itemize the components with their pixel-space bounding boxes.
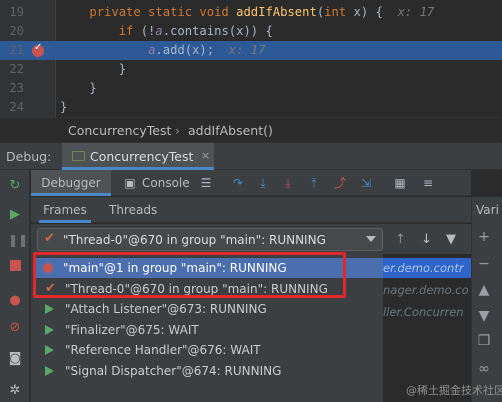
more-lines-icon[interactable]: ≡ (421, 176, 435, 190)
run-config-icon (72, 151, 85, 161)
line-number: 21 (9, 43, 24, 57)
thread-list-item[interactable]: "Signal Dispatcher"@674: RUNNING (35, 361, 355, 381)
camera-icon[interactable]: ◙ (8, 352, 22, 366)
chevron-down-icon[interactable] (366, 236, 376, 242)
running-triangle-icon (45, 365, 54, 376)
code-text: } (60, 81, 97, 95)
thread-combo-value: "Thread-0"@670 in group "main": RUNNING (63, 233, 326, 247)
tab-concurrency-test[interactable]: ConcurrencyTest × (62, 143, 214, 170)
thread-label: "Reference Handler"@676: WAIT (65, 343, 261, 357)
drop-frame-icon[interactable]: ⤴ (333, 176, 347, 190)
stack-frame-item[interactable]: nager.demo.co (383, 280, 471, 300)
stop-icon[interactable] (8, 260, 22, 274)
running-triangle-icon (45, 345, 54, 355)
code-text: } (60, 62, 127, 76)
glasses-icon[interactable]: ∞ (476, 361, 492, 377)
watermark: @稀土掘金技术社区 (406, 384, 502, 397)
checkmark-icon: ✔ (44, 231, 55, 246)
variables-title: Vari (476, 203, 499, 217)
close-icon[interactable]: × (201, 149, 210, 162)
breadcrumb-class[interactable]: ConcurrencyTest (68, 123, 171, 138)
tab-debugger[interactable]: Debugger (31, 170, 111, 196)
code-line[interactable]: 19 private static void addIfAbsent(int x… (0, 3, 502, 22)
pause-icon[interactable]: ❚❚ (8, 233, 28, 247)
step-into-icon[interactable]: ⤓ (256, 176, 270, 190)
remove-icon[interactable]: − (476, 256, 492, 272)
run-to-cursor-icon[interactable]: ⇲ (359, 176, 373, 190)
settings-gear-icon[interactable]: ✲ (8, 384, 22, 398)
debug-toolwindow-header: Debug: ConcurrencyTest × (0, 142, 502, 170)
running-triangle-icon (45, 324, 54, 335)
thread-label: "Signal Dispatcher"@674: RUNNING (65, 363, 282, 378)
code-line[interactable]: 22 } (0, 60, 502, 79)
next-frame-icon[interactable]: ↓ (421, 232, 432, 247)
mute-breakpoints-icon[interactable]: ⊘ (8, 321, 22, 335)
menu-lines-icon[interactable]: ☰ (199, 176, 213, 190)
code-line[interactable]: 24} (0, 98, 502, 117)
add-watch-icon[interactable]: + (476, 229, 492, 245)
thread-list-item[interactable]: "Finalizer"@675: WAIT (35, 320, 355, 340)
breadcrumb: ConcurrencyTest › addIfAbsent() (0, 117, 502, 142)
code-line[interactable]: 23 } (0, 79, 502, 98)
tab-label: ConcurrencyTest (90, 149, 194, 164)
code-text: private static void addIfAbsent(int x) {… (89, 5, 435, 19)
thread-label: "Attach Listener"@673: RUNNING (65, 302, 267, 316)
tab-console[interactable]: Console (142, 170, 190, 196)
resume-icon[interactable]: ▶ (8, 208, 22, 222)
view-breakpoints-icon[interactable]: ● (8, 294, 22, 308)
debugger-subtabs: Debugger ▣ Console ☰ ↷ ⤓ ⤓ ⤒ ⤴ ⇲ ▦ ≡ (31, 170, 471, 196)
copy-icon[interactable]: ❐ (476, 333, 492, 349)
move-down-icon[interactable]: ▼ (476, 308, 492, 324)
previous-frame-icon[interactable]: ↑ (395, 232, 406, 247)
debug-side-toolbar: ↻ ▶ ❚❚ ● ⊘ ◙ ✲ (0, 170, 30, 402)
step-over-icon[interactable]: ↷ (231, 176, 245, 190)
breakpoint-icon[interactable] (32, 42, 44, 57)
frames-threads-tabs: Frames Threads (31, 197, 471, 223)
move-up-icon[interactable]: ▲ (476, 282, 492, 298)
tab-threads[interactable]: Threads (109, 197, 157, 223)
force-step-into-icon[interactable]: ⤓ (281, 176, 295, 190)
breadcrumb-separator-icon: › (175, 123, 180, 138)
evaluate-expression-icon[interactable]: ▦ (393, 176, 407, 190)
stack-frame-item[interactable]: ller.Concurren (383, 302, 471, 322)
thread-list-item[interactable]: "Reference Handler"@676: WAIT (35, 340, 355, 360)
line-number: 22 (9, 62, 24, 76)
stack-frame-item[interactable]: er.demo.contr (383, 258, 471, 278)
breadcrumb-method[interactable]: addIfAbsent() (188, 123, 273, 138)
debug-label: Debug: (6, 149, 52, 164)
code-line[interactable]: 21 a.add(x); x: 17 (0, 41, 502, 60)
code-editor[interactable]: 19 private static void addIfAbsent(int x… (0, 0, 502, 117)
thread-combo[interactable]: ✔ "Thread-0"@670 in group "main": RUNNIN… (37, 228, 383, 251)
line-number: 24 (9, 100, 24, 114)
code-text: if (!a.contains(x)) { (118, 24, 273, 38)
rerun-icon[interactable]: ↻ (8, 179, 22, 193)
step-out-icon[interactable]: ⤒ (307, 176, 321, 190)
running-triangle-icon (45, 304, 54, 314)
line-number: 20 (9, 24, 24, 38)
thread-list-item[interactable]: "Attach Listener"@673: RUNNING (35, 299, 355, 319)
line-number: 23 (9, 81, 24, 95)
filter-icon[interactable]: ▼ (446, 232, 456, 247)
code-line[interactable]: 20 if (!a.contains(x)) { (0, 22, 502, 41)
frames-list-peek: er.demo.contr nager.demo.co ller.Concurren (383, 254, 471, 402)
tab-frames[interactable]: Frames (39, 197, 91, 223)
thread-label: "Finalizer"@675: WAIT (65, 322, 199, 337)
line-number: 19 (9, 5, 24, 19)
code-text: } (60, 100, 68, 114)
code-text: a.add(x); x: 17 (148, 43, 266, 57)
console-icon: ▣ (124, 176, 136, 190)
highlight-annotation-box (33, 252, 346, 298)
